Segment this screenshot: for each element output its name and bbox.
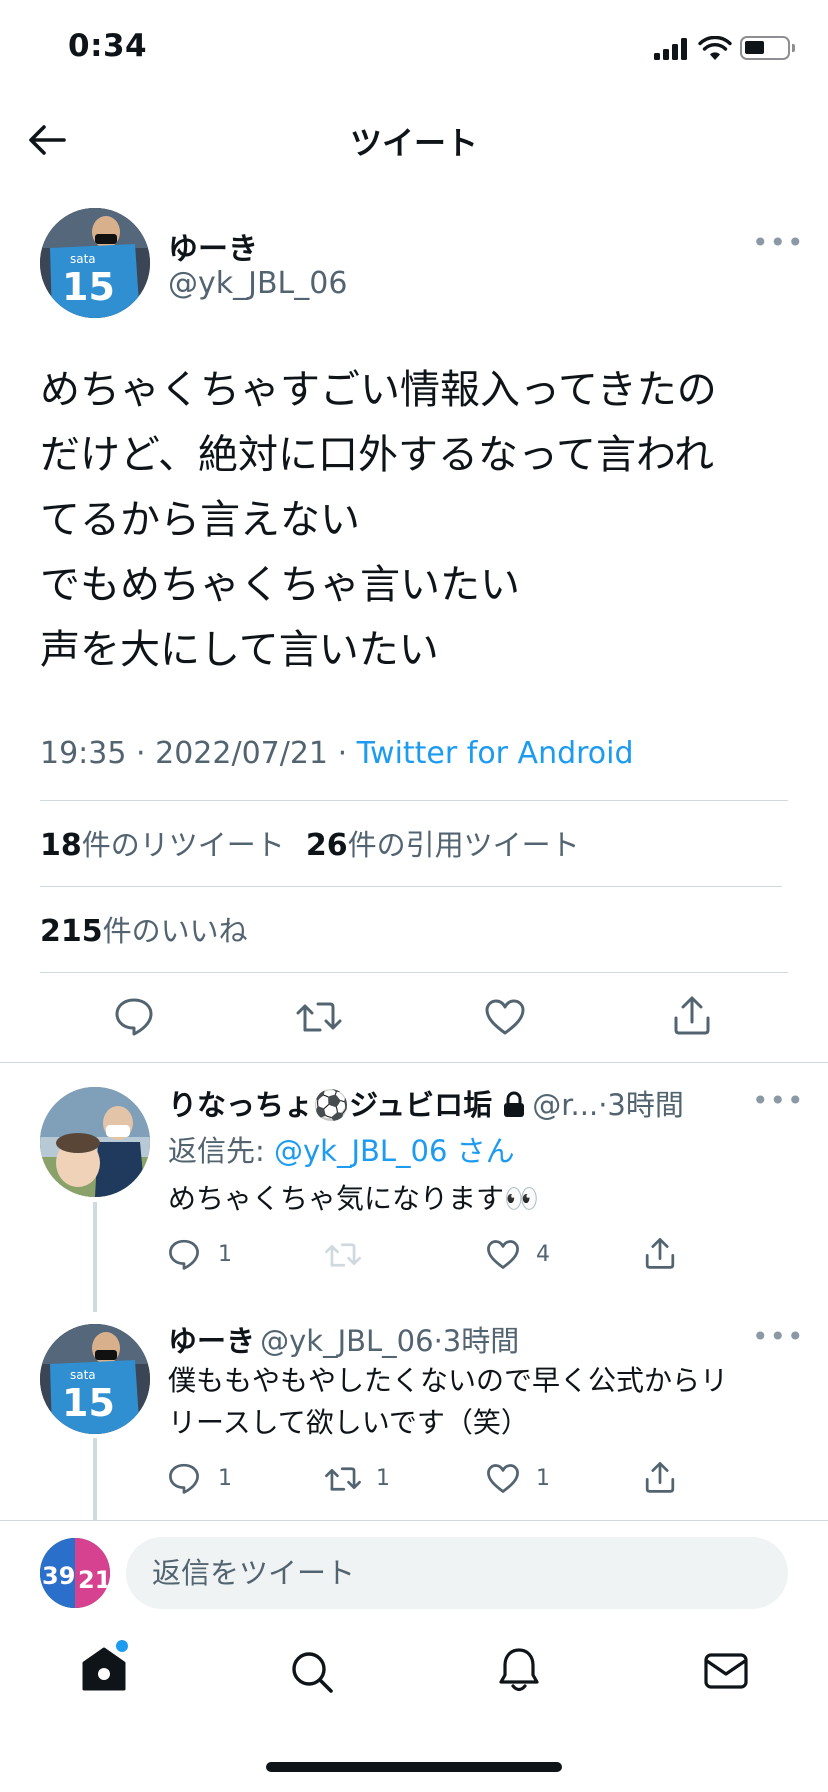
- quotes-count: 26: [305, 828, 348, 863]
- wifi-icon: [698, 36, 732, 60]
- reply-author-name[interactable]: ゆーき: [168, 1324, 255, 1358]
- reply-more-options-icon[interactable]: •••: [752, 1084, 805, 1117]
- reply-count: 1: [218, 1466, 232, 1491]
- like-icon[interactable]: [486, 1239, 520, 1270]
- retweets-stat[interactable]: 18件のリツイート: [40, 828, 290, 863]
- reply-icon[interactable]: [168, 1462, 200, 1494]
- retweets-count: 18: [40, 828, 82, 863]
- likes-label: 件のいいね: [102, 914, 248, 948]
- divider: [40, 800, 788, 801]
- svg-text:39: 39: [42, 1562, 75, 1590]
- reply-more-options-icon[interactable]: •••: [752, 1320, 805, 1353]
- retweets-label: 件のリツイート: [81, 828, 285, 862]
- divider: [40, 886, 782, 887]
- home-icon: [82, 1647, 126, 1691]
- reply-header: ゆーき @yk_JBL_06·3時間: [168, 1318, 519, 1360]
- likes-count: 215: [40, 914, 103, 949]
- meta-separator: ·: [136, 736, 146, 771]
- notification-dot: [116, 1640, 128, 1652]
- author-avatar[interactable]: 15 sata: [40, 208, 150, 318]
- current-user-avatar[interactable]: 39 21: [40, 1538, 110, 1608]
- divider: [40, 972, 788, 973]
- tweet-date: 2022/07/21: [155, 736, 329, 771]
- tab-home[interactable]: [80, 1640, 128, 1692]
- page-title: ツイート: [349, 124, 478, 162]
- retweet-icon[interactable]: [296, 998, 342, 1036]
- search-icon[interactable]: [290, 1650, 334, 1694]
- home-indicator[interactable]: [266, 1762, 562, 1772]
- replying-to-handle-link[interactable]: @yk_JBL_06: [274, 1134, 447, 1168]
- battery-icon: [740, 36, 795, 60]
- svg-text:15: 15: [62, 1381, 115, 1425]
- reply-count: 1: [218, 1242, 232, 1267]
- reply-author-handle[interactable]: @yk_JBL_06: [260, 1324, 433, 1358]
- thread-connector: [93, 1202, 97, 1312]
- lock-icon: [504, 1091, 525, 1117]
- author-handle[interactable]: @yk_JBL_06: [168, 266, 347, 301]
- quotes-stat[interactable]: 26件の引用ツイート: [306, 828, 580, 863]
- reply-input[interactable]: 返信をツイート: [126, 1537, 788, 1609]
- meta-separator: ·: [433, 1324, 443, 1358]
- replying-to-suffix: さん: [447, 1134, 515, 1168]
- reply-time: 3時間: [607, 1088, 684, 1122]
- tweet-meta: 19:35 · 2022/07/21 · Twitter for Android: [40, 736, 634, 771]
- notifications-bell-icon[interactable]: [498, 1646, 540, 1694]
- reply-author-name[interactable]: りなっちょ⚽️ジュビロ垢: [168, 1088, 492, 1122]
- share-icon[interactable]: [644, 1460, 676, 1494]
- reply-time: 3時間: [442, 1324, 520, 1358]
- cellular-signal-icon: [654, 38, 688, 60]
- share-icon[interactable]: [672, 994, 712, 1036]
- svg-text:21: 21: [78, 1566, 110, 1594]
- tweet-text: めちゃくちゃすごい情報入ってきたの だけど、絶対に口外するなって言われ てるから…: [40, 367, 717, 673]
- thread-connector: [93, 1438, 97, 1520]
- like-count: 1: [536, 1466, 550, 1491]
- reply-text: めちゃくちゃ気になります👀: [168, 1182, 539, 1215]
- reply-text: 僕ももやもやしたくないので早く公式からリ リースして欲しいです（笑）: [168, 1364, 729, 1439]
- reply-icon[interactable]: [114, 996, 154, 1036]
- share-icon[interactable]: [644, 1236, 676, 1270]
- like-icon[interactable]: [486, 1463, 520, 1494]
- more-options-icon[interactable]: •••: [752, 226, 805, 259]
- like-icon[interactable]: [484, 998, 526, 1036]
- tweet-source-link[interactable]: Twitter for Android: [357, 736, 634, 771]
- meta-separator: ·: [337, 736, 348, 771]
- tweet-time: 19:35: [40, 736, 127, 771]
- quotes-label: 件の引用ツイート: [347, 828, 580, 862]
- likes-stat[interactable]: 215件のいいね: [40, 908, 248, 950]
- replying-to: 返信先: @yk_JBL_06 さん: [168, 1128, 515, 1170]
- author-name[interactable]: ゆーき: [168, 224, 258, 268]
- reply-header: りなっちょ⚽️ジュビロ垢 @r...·3時間: [168, 1082, 684, 1124]
- engagement-stats-row: 18件のリツイート 26件の引用ツイート: [40, 822, 580, 864]
- status-time: 0:34: [68, 28, 148, 64]
- retweet-icon[interactable]: [324, 1464, 362, 1494]
- retweet-icon-disabled: [325, 1243, 361, 1267]
- svg-text:sata: sata: [70, 1368, 96, 1382]
- like-count: 4: [536, 1242, 550, 1267]
- divider: [0, 1062, 828, 1063]
- svg-text:15: 15: [62, 265, 115, 309]
- retweet-count: 1: [376, 1466, 390, 1491]
- divider: [0, 1520, 828, 1521]
- reply-avatar[interactable]: 15 sata: [40, 1324, 150, 1434]
- messages-envelope-icon[interactable]: [704, 1652, 748, 1690]
- svg-text:sata: sata: [70, 252, 96, 266]
- replying-to-prefix: 返信先:: [168, 1134, 274, 1168]
- reply-avatar[interactable]: [40, 1087, 150, 1197]
- reply-author-handle[interactable]: @r...: [532, 1088, 598, 1122]
- reply-icon[interactable]: [168, 1238, 200, 1270]
